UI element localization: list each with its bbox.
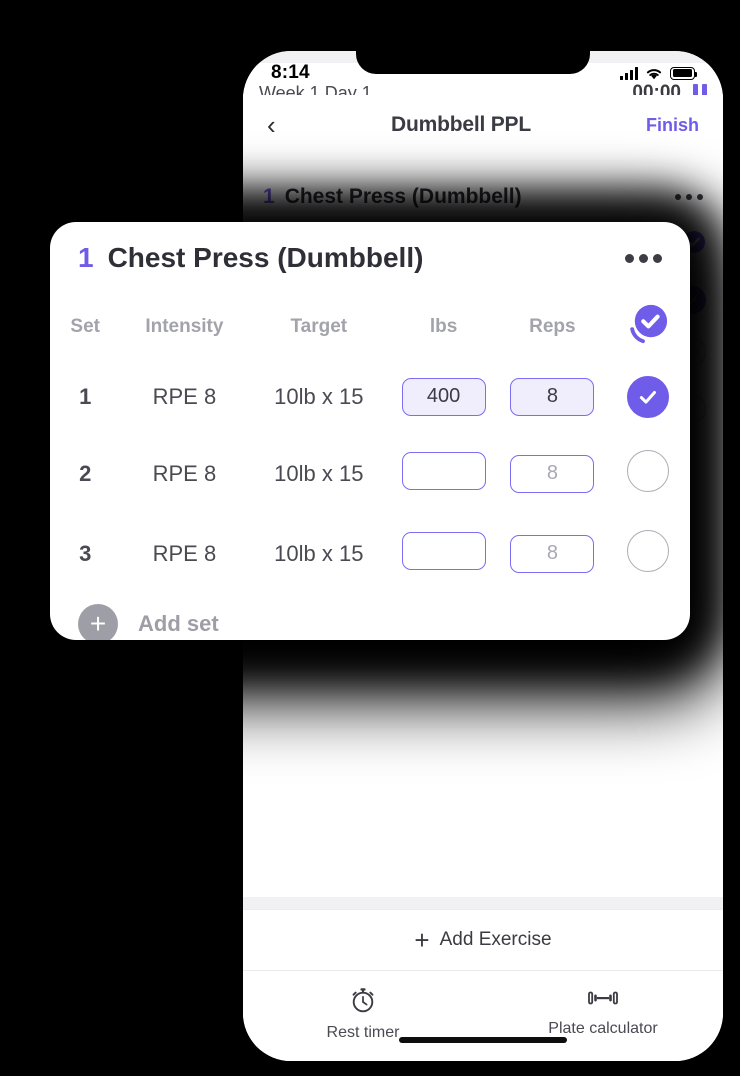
set-complete-toggle[interactable]: [627, 376, 670, 418]
more-options-icon[interactable]: [675, 194, 703, 200]
row-intensity: RPE 8: [152, 461, 217, 486]
tab-rest-timer-label: Rest timer: [326, 1024, 400, 1041]
bg-exercise-index: 1: [263, 185, 275, 208]
row-set-number: 3: [79, 541, 92, 566]
check-all-icon[interactable]: [626, 302, 670, 346]
exercise-index: 1: [78, 242, 94, 273]
add-set-row[interactable]: + Add set: [50, 594, 690, 640]
col-header-reps: Reps: [529, 316, 576, 337]
col-header-target: Target: [290, 316, 348, 337]
sets-table-body: 1 RPE 8 10lb x 15 400 8 2 RPE 8 10lb x 1…: [50, 360, 690, 594]
row-set-number: 1: [79, 384, 92, 409]
plus-circle-icon[interactable]: +: [78, 604, 118, 640]
nav-bar: ‹ Dumbbell PPL Finish: [243, 95, 723, 155]
row-check-cell: [607, 434, 690, 514]
row-reps-cell: 8: [498, 360, 607, 434]
battery-icon: [670, 66, 698, 80]
row-check-cell: [607, 514, 690, 594]
exercise-name: Chest Press (Dumbbell): [107, 242, 424, 273]
table-row: 2 RPE 8 10lb x 15 8: [50, 434, 690, 514]
tab-plate-calculator-label: Plate calculator: [548, 1020, 658, 1037]
set-complete-toggle[interactable]: [627, 450, 670, 492]
row-lbs-cell: 400: [389, 360, 498, 434]
add-set-label: Add set: [138, 611, 219, 636]
finish-button[interactable]: Finish: [625, 115, 699, 136]
col-header-set: Set: [70, 316, 100, 337]
bg-exercise-name: Chest Press (Dumbbell): [284, 185, 522, 208]
cellular-signal-icon: [620, 66, 638, 80]
bottom-divider-band: [243, 897, 723, 909]
tab-bar: Rest timer Plate calculator: [243, 971, 723, 1061]
lbs-input[interactable]: [401, 532, 486, 570]
row-lbs-cell: [389, 514, 498, 594]
reps-input[interactable]: 8: [510, 535, 595, 573]
row-check-cell: [607, 360, 690, 434]
back-button[interactable]: ‹: [267, 112, 297, 138]
sets-table: Set Intensity Target lbs Reps 1 RPE 8 10…: [50, 278, 690, 594]
dumbbell-icon: [588, 991, 618, 1005]
reps-input[interactable]: 8: [510, 455, 595, 493]
row-intensity: RPE 8: [152, 384, 217, 409]
status-icons: [620, 66, 698, 80]
add-exercise-label: Add Exercise: [439, 929, 552, 950]
table-row: 3 RPE 8 10lb x 15 8: [50, 514, 690, 594]
row-lbs-cell: [389, 434, 498, 514]
exercise-modal-card: 1 Chest Press (Dumbbell) Set Intensity T…: [50, 222, 690, 640]
phone-notch: [356, 36, 590, 74]
stopwatch-icon: [352, 988, 374, 1013]
table-row: 1 RPE 8 10lb x 15 400 8: [50, 360, 690, 434]
row-reps-cell: 8: [498, 434, 607, 514]
status-time: 8:14: [271, 62, 310, 83]
plus-icon: +: [414, 925, 430, 955]
col-header-intensity: Intensity: [145, 316, 224, 337]
tab-plate-calculator[interactable]: Plate calculator: [483, 985, 723, 1038]
col-header-lbs: lbs: [429, 316, 458, 337]
wifi-icon: [646, 68, 662, 79]
reps-input[interactable]: 8: [510, 378, 595, 416]
row-target: 10lb x 15: [274, 384, 364, 409]
bottom-area: + Add Exercise Rest timer Plate calculat…: [243, 897, 723, 1061]
more-options-icon[interactable]: [625, 253, 662, 263]
lbs-input[interactable]: 400: [401, 378, 486, 416]
bg-exercise-title-row: 1 Chest Press (Dumbbell): [243, 167, 723, 215]
set-complete-toggle[interactable]: [627, 530, 670, 572]
col-header-check: [607, 278, 690, 360]
row-set-number: 2: [79, 461, 92, 486]
row-reps-cell: 8: [498, 514, 607, 594]
row-target: 10lb x 15: [274, 541, 364, 566]
exercise-title-row: 1 Chest Press (Dumbbell): [50, 222, 690, 274]
tab-rest-timer[interactable]: Rest timer: [243, 985, 483, 1042]
table-header-row: Set Intensity Target lbs Reps: [50, 278, 690, 360]
add-exercise-button[interactable]: + Add Exercise: [243, 909, 723, 971]
row-intensity: RPE 8: [152, 541, 217, 566]
home-indicator: [399, 1037, 567, 1043]
lbs-input[interactable]: [401, 452, 486, 490]
screenshot-stage: 8:14 ‹ Dumbbell PPL Finish Week 1 Day 1 …: [0, 0, 740, 1076]
row-target: 10lb x 15: [274, 461, 364, 486]
page-title: Dumbbell PPL: [391, 113, 531, 136]
